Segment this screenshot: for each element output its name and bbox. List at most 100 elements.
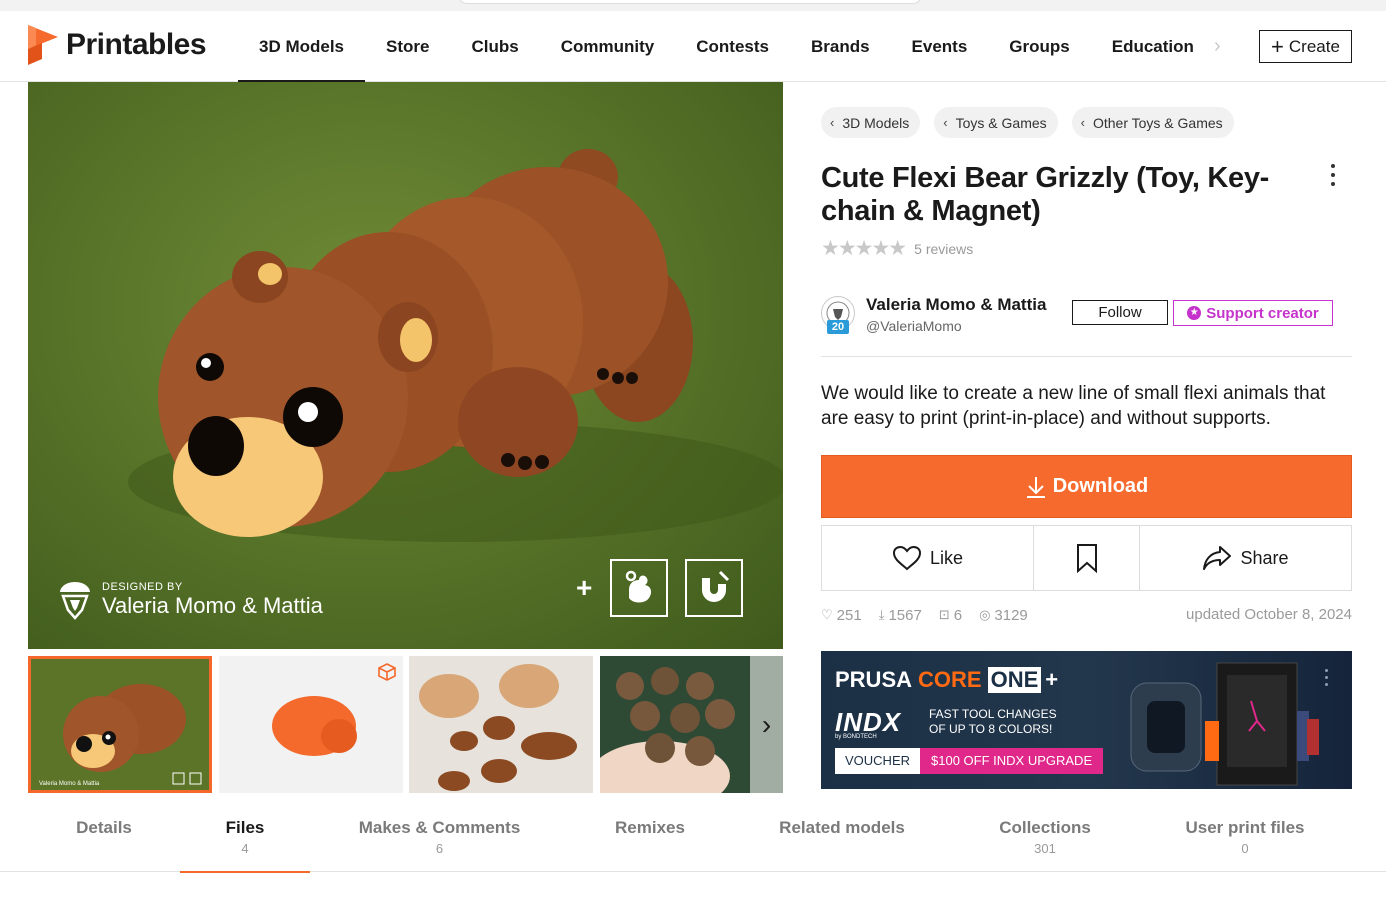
nav-brands[interactable]: Brands bbox=[790, 11, 891, 82]
author-block: 20 Valeria Momo & Mattia @ValeriaMomo Fo… bbox=[821, 293, 1352, 357]
ad-fast-line-2: OF UP TO 8 COLORS! bbox=[929, 722, 1053, 736]
tab-remixes[interactable]: Remixes bbox=[590, 818, 710, 872]
rating-stars-icon: ★★★★★ bbox=[821, 237, 907, 260]
designed-by-label: DESIGNED BY bbox=[102, 581, 183, 593]
author-name[interactable]: Valeria Momo & Mattia bbox=[866, 295, 1046, 315]
plus-icon: + bbox=[576, 572, 593, 603]
thumbnail-3[interactable] bbox=[409, 656, 593, 793]
ad-core: CORE bbox=[918, 667, 982, 692]
tab-user-print-files[interactable]: User print files 0 bbox=[1168, 818, 1322, 872]
bookmark-icon bbox=[1076, 544, 1097, 573]
designer-name: Valeria Momo & Mattia bbox=[102, 593, 323, 618]
breadcrumb-toys-games[interactable]: ‹ Toys & Games bbox=[934, 107, 1058, 138]
model-tabs: Details Files 4 Makes & Comments 6 Remixes… bbox=[0, 818, 1386, 873]
makes-count: 6 bbox=[953, 606, 963, 624]
follow-button[interactable]: Follow bbox=[1072, 300, 1168, 325]
tab-label: Collections bbox=[999, 818, 1091, 837]
ad-one: ONE bbox=[987, 667, 1042, 693]
tab-label: User print files bbox=[1185, 818, 1305, 837]
heart-icon bbox=[892, 545, 921, 571]
breadcrumb-label: 3D Models bbox=[842, 114, 910, 131]
address-bar[interactable] bbox=[458, 0, 922, 4]
nav-events[interactable]: Events bbox=[891, 11, 989, 82]
bookmark-button[interactable] bbox=[1034, 526, 1140, 590]
makes-icon: ⊡ bbox=[938, 607, 950, 622]
breadcrumb-other-toys-games[interactable]: ‹ Other Toys & Games bbox=[1071, 107, 1234, 138]
support-label: Support creator bbox=[1206, 304, 1319, 322]
indx-logo: INDX by BONDTECH bbox=[835, 707, 901, 740]
support-creator-button[interactable]: ★ Support creator bbox=[1173, 300, 1333, 326]
voucher-offer: $100 OFF INDX UPGRADE bbox=[920, 748, 1104, 774]
share-icon bbox=[1203, 546, 1232, 570]
image-thumbnails: Valeria Momo & Mattia › bbox=[28, 656, 783, 793]
breadcrumb-label: Toys & Games bbox=[955, 114, 1047, 131]
printables-logo-icon bbox=[28, 25, 58, 65]
download-icon bbox=[1026, 476, 1045, 498]
breadcrumb: ‹ 3D Models ‹ Toys & Games ‹ Other Toys & G… bbox=[821, 107, 1248, 138]
like-label: Like bbox=[929, 547, 964, 568]
rating[interactable]: ★★★★★ 5 reviews bbox=[821, 236, 973, 261]
more-options-icon[interactable] bbox=[1326, 164, 1340, 191]
downloads-count: 1567 bbox=[888, 606, 922, 624]
tab-details[interactable]: Details bbox=[40, 818, 168, 872]
download-label: Download bbox=[1052, 475, 1149, 497]
designed-by-overlay: DESIGNED BY Valeria Momo & Mattia bbox=[58, 580, 323, 620]
model-hero-image[interactable]: DESIGNED BY Valeria Momo & Mattia + bbox=[28, 82, 783, 649]
tab-label: Remixes bbox=[615, 818, 685, 837]
browser-top-strip bbox=[0, 0, 1386, 11]
model-title: Cute Flexi Bear Grizzly (Toy, Key-chain … bbox=[821, 162, 1270, 227]
ad-prusa: PRUSA bbox=[835, 667, 913, 692]
tab-label: Related models bbox=[779, 818, 905, 837]
acorn-icon bbox=[60, 582, 90, 620]
downloads-stat: ⤓ 1567 bbox=[879, 607, 922, 624]
nav-clubs[interactable]: Clubs bbox=[451, 11, 540, 82]
ad-menu-icon[interactable] bbox=[1325, 669, 1329, 690]
nav-education[interactable]: Education bbox=[1091, 11, 1215, 82]
model-stats: ♡ 251 ⤓ 1567 ⊡ 6 ◎ 3129 updated October 8, 2… bbox=[821, 605, 1352, 625]
thumbnail-1[interactable]: Valeria Momo & Mattia bbox=[28, 656, 212, 793]
magnet-badge-icon bbox=[685, 559, 744, 617]
author-handle[interactable]: @ValeriaMomo bbox=[866, 318, 962, 334]
share-label: Share bbox=[1240, 547, 1289, 568]
thumbnail-2[interactable] bbox=[219, 656, 403, 793]
tab-related-models[interactable]: Related models bbox=[760, 818, 924, 872]
tab-label: Files bbox=[225, 818, 265, 837]
thumbnails-next-chevron-icon[interactable]: › bbox=[750, 656, 783, 793]
share-button[interactable]: Share bbox=[1140, 526, 1351, 590]
brand-name: Printables bbox=[66, 28, 207, 61]
makes-stat: ⊡ 6 bbox=[939, 607, 962, 624]
updated-date: updated October 8, 2024 bbox=[1186, 606, 1352, 623]
tab-collections[interactable]: Collections 301 bbox=[980, 818, 1110, 872]
like-button[interactable]: Like bbox=[822, 526, 1034, 590]
reviews-count[interactable]: 5 reviews bbox=[914, 241, 973, 257]
download-button[interactable]: Download bbox=[821, 455, 1352, 518]
download-icon: ⤓ bbox=[878, 607, 885, 622]
ad-plus: + bbox=[1045, 667, 1059, 692]
create-button[interactable]: + Create bbox=[1259, 30, 1352, 63]
tab-makes-comments[interactable]: Makes & Comments 6 bbox=[340, 818, 539, 872]
breadcrumb-label: Other Toys & Games bbox=[1092, 114, 1223, 131]
breadcrumb-3d-models[interactable]: ‹ 3D Models bbox=[821, 107, 921, 138]
nav-store[interactable]: Store bbox=[365, 11, 450, 82]
tab-label: Makes & Comments bbox=[358, 818, 521, 837]
nav-groups[interactable]: Groups bbox=[988, 11, 1090, 82]
ad-fast-line-1: FAST TOOL CHANGES bbox=[929, 707, 1057, 721]
feature-badges: + bbox=[576, 559, 760, 617]
voucher-label: VOUCHER bbox=[835, 748, 921, 774]
prusa-ad-banner[interactable]: PRUSA CORE ONE + INDX by BONDTECH FAST TO… bbox=[821, 651, 1352, 789]
model-description: We would like to create a new line of sm… bbox=[821, 383, 1326, 429]
svg-text:Valeria Momo & Mattia: Valeria Momo & Mattia bbox=[39, 781, 100, 787]
ad-feature-text: FAST TOOL CHANGES OF UP TO 8 COLORS! bbox=[929, 707, 1057, 737]
heart-icon: ♡ bbox=[821, 607, 833, 622]
main-nav: 3D Models Store Clubs Community Contests… bbox=[238, 11, 1215, 83]
printables-logo[interactable]: Printables bbox=[28, 25, 207, 65]
nav-3d-models[interactable]: 3D Models bbox=[238, 11, 366, 83]
nav-contests[interactable]: Contests bbox=[675, 11, 790, 82]
nav-chevron-right-icon[interactable]: › bbox=[1214, 35, 1221, 58]
eye-icon: ◎ bbox=[979, 607, 991, 622]
tab-files[interactable]: Files 4 bbox=[180, 818, 310, 873]
level-badge: 20 bbox=[827, 320, 849, 334]
chevron-left-icon: ‹ bbox=[830, 115, 835, 130]
ad-headline: PRUSA CORE ONE + bbox=[835, 667, 1058, 693]
nav-community[interactable]: Community bbox=[540, 11, 676, 82]
